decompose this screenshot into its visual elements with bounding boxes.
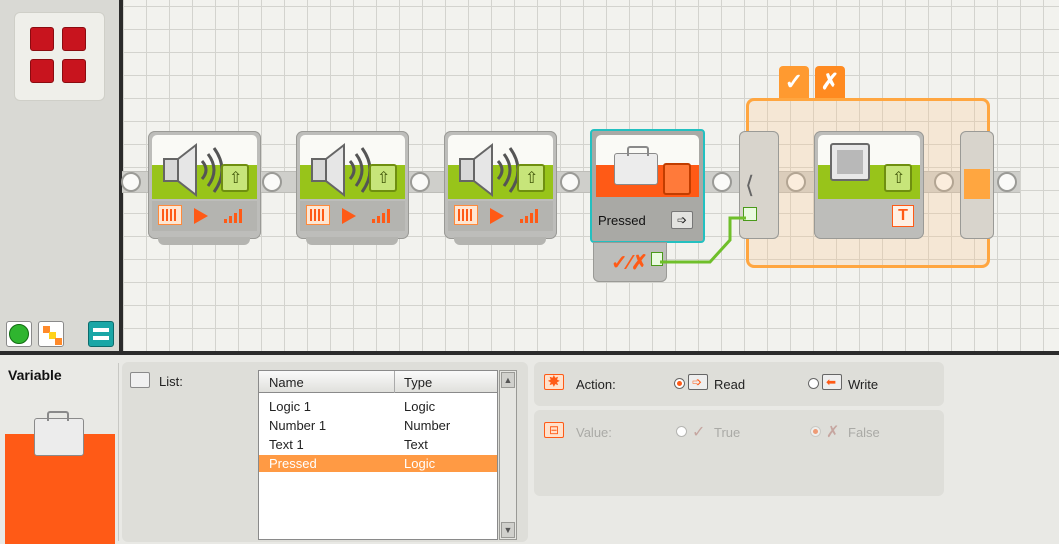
column-header-name[interactable]: Name bbox=[269, 375, 304, 390]
tab-complete-palette[interactable] bbox=[38, 321, 64, 347]
logic-value-icon: ✓⁄✗ bbox=[611, 252, 648, 274]
play-icon bbox=[194, 208, 208, 224]
palette-category-icon[interactable] bbox=[14, 12, 105, 101]
green-circle-icon bbox=[9, 324, 29, 344]
bar-icon bbox=[93, 336, 109, 340]
write-label[interactable]: Write bbox=[848, 377, 878, 392]
variable-block-label: Pressed bbox=[598, 213, 646, 228]
list-item[interactable]: Text 1 Text bbox=[259, 436, 497, 453]
read-arrow-icon: ➩ bbox=[671, 211, 693, 229]
value-icon: ⊟ bbox=[544, 422, 564, 438]
sound-file-icon bbox=[454, 205, 478, 225]
data-hub-icon[interactable]: ⇧ bbox=[369, 164, 397, 192]
scroll-up-icon[interactable]: ▲ bbox=[501, 372, 515, 388]
switch-input-block[interactable]: ⟨ bbox=[739, 131, 779, 239]
palette-tabs bbox=[4, 319, 116, 351]
true-label[interactable]: True bbox=[714, 425, 740, 440]
variable-data-plug[interactable]: ✓⁄✗ bbox=[593, 242, 667, 282]
config-title: Variable bbox=[8, 367, 62, 383]
volume-icon bbox=[224, 209, 244, 223]
tab-common-palette[interactable] bbox=[6, 321, 32, 347]
speaker-icon bbox=[311, 142, 372, 198]
data-hub-icon[interactable]: ⇧ bbox=[517, 164, 545, 192]
briefcase-icon bbox=[34, 411, 84, 456]
true-radio[interactable] bbox=[676, 426, 687, 437]
beam-connector bbox=[121, 172, 141, 192]
briefcase-icon bbox=[130, 372, 150, 388]
list-item-selected[interactable]: Pressed Logic bbox=[259, 455, 497, 472]
data-hub-icon[interactable]: ⇧ bbox=[884, 164, 912, 192]
volume-icon bbox=[520, 209, 540, 223]
sound-file-icon bbox=[306, 205, 330, 225]
output-plug-icon[interactable] bbox=[651, 252, 663, 266]
data-hub-icon[interactable] bbox=[663, 163, 691, 195]
false-radio[interactable] bbox=[810, 426, 821, 437]
data-hub-icon[interactable]: ⇧ bbox=[221, 164, 249, 192]
switch-merge-block bbox=[960, 131, 994, 239]
red-square-icon bbox=[62, 27, 86, 51]
red-square-icon bbox=[30, 59, 54, 83]
play-icon bbox=[342, 208, 356, 224]
list-label: List: bbox=[159, 374, 183, 389]
volume-icon bbox=[372, 209, 392, 223]
read-label[interactable]: Read bbox=[714, 377, 745, 392]
tab-custom-palette[interactable] bbox=[88, 321, 114, 347]
column-header-type[interactable]: Type bbox=[404, 375, 432, 390]
speaker-icon bbox=[163, 142, 224, 198]
sound-file-icon bbox=[158, 205, 182, 225]
beam-connector bbox=[410, 172, 430, 192]
variable-block[interactable]: Pressed ➩ bbox=[590, 129, 705, 243]
list-item[interactable]: Logic 1 Logic bbox=[259, 398, 497, 415]
check-icon: ✓ bbox=[692, 424, 706, 441]
bar-icon bbox=[93, 328, 109, 332]
red-square-icon bbox=[30, 27, 54, 51]
action-icon: ✸ bbox=[544, 373, 564, 390]
value-panel: ⊟ Value: ✓ True ✗ False bbox=[534, 410, 944, 496]
list-item[interactable]: Number 1 Number bbox=[259, 417, 497, 434]
beam-connector bbox=[712, 172, 732, 192]
false-label[interactable]: False bbox=[848, 425, 880, 440]
sound-block[interactable]: ⇧ bbox=[444, 131, 557, 245]
sound-block[interactable]: ⇧ bbox=[296, 131, 409, 245]
value-label: Value: bbox=[576, 425, 612, 440]
switch-tabs: ✓ ✗ bbox=[779, 66, 849, 100]
play-icon bbox=[490, 208, 504, 224]
write-arrow-icon: ⬅ bbox=[822, 374, 842, 390]
briefcase-icon bbox=[614, 146, 658, 185]
cross-icon: ✗ bbox=[826, 424, 840, 441]
sound-block[interactable]: ⇧ bbox=[148, 131, 261, 245]
scroll-down-icon[interactable]: ▼ bbox=[501, 522, 515, 538]
input-plug-icon[interactable] bbox=[743, 207, 757, 221]
switch-false-tab[interactable]: ✗ bbox=[815, 66, 845, 98]
beam-connector bbox=[262, 172, 282, 192]
read-arrow-icon: ➩ bbox=[688, 374, 708, 390]
read-radio[interactable] bbox=[674, 378, 685, 389]
display-block[interactable]: ⇧ T bbox=[814, 131, 924, 239]
list-header: Name Type bbox=[259, 371, 497, 393]
action-panel: ✸ Action: ➩ Read ⬅ Write bbox=[534, 362, 944, 406]
variable-list[interactable]: Name Type Logic 1 Logic Number 1 Number … bbox=[258, 370, 498, 540]
fork-icon: ⟨ bbox=[745, 172, 755, 199]
list-scrollbar[interactable]: ▲ ▼ bbox=[499, 370, 517, 540]
programming-palette bbox=[0, 0, 122, 352]
speaker-icon bbox=[459, 142, 520, 198]
beam-connector bbox=[560, 172, 580, 192]
write-radio[interactable] bbox=[808, 378, 819, 389]
action-label: Action: bbox=[576, 377, 616, 392]
display-screen-icon bbox=[830, 143, 870, 181]
switch-true-tab[interactable]: ✓ bbox=[779, 66, 809, 98]
red-square-icon bbox=[62, 59, 86, 83]
palette-dot-icon bbox=[55, 338, 62, 345]
beam-connector bbox=[997, 172, 1017, 192]
text-type-icon: T bbox=[892, 205, 914, 227]
